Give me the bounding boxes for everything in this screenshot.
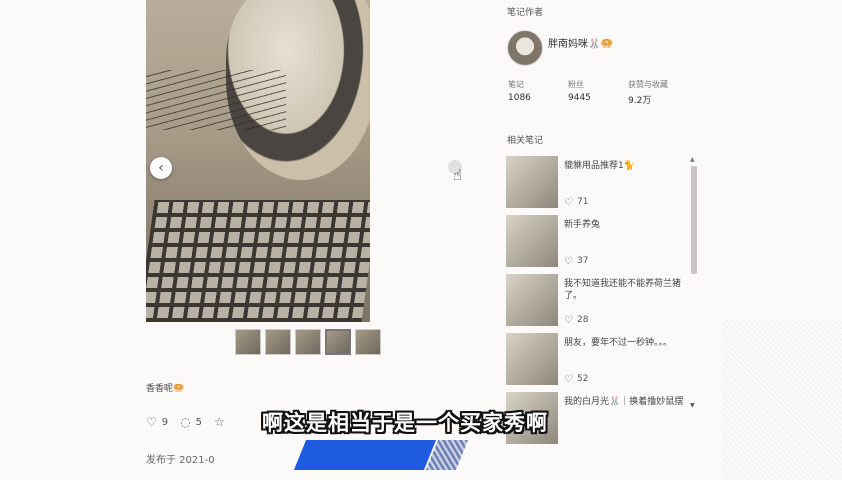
- image-thumbnails: [235, 329, 381, 355]
- publish-date: 发布于 2021-0: [146, 455, 215, 466]
- like-button[interactable]: ♡ 9: [146, 415, 168, 429]
- stat-fans: 粉丝 9445: [568, 79, 628, 106]
- stat-likes-collects: 获赞与收藏 9.2万: [628, 79, 708, 106]
- video-subtitle: 啊这是相当于是一个买家秀啊: [262, 411, 548, 435]
- related-title: 新手养兔: [564, 220, 601, 230]
- thumbnail[interactable]: [265, 329, 291, 355]
- note-description: 香香呢🥯: [146, 384, 185, 394]
- related-likes: ♡ 37: [564, 256, 588, 267]
- related-scrollbar[interactable]: ▲ ▼: [690, 156, 698, 416]
- stat-notes: 笔记 1086: [508, 79, 568, 106]
- stat-value: 1086: [508, 93, 531, 103]
- note-main-image[interactable]: [146, 0, 370, 322]
- stat-value: 9445: [568, 93, 591, 103]
- thumbnail[interactable]: [355, 329, 381, 355]
- author-name[interactable]: 胖南妈咪🐰🥯: [548, 35, 613, 50]
- related-thumbnail: [506, 333, 558, 385]
- prev-image-button[interactable]: ‹: [150, 157, 172, 179]
- like-count: 28: [576, 315, 589, 325]
- like-count: 71: [576, 197, 589, 207]
- scroll-up-icon[interactable]: ▲: [690, 156, 695, 163]
- related-title: 朋友，要年不过一秒钟。。。: [564, 338, 673, 348]
- related-likes: ♡ 71: [564, 197, 588, 208]
- author-section-title: 笔记作者: [507, 8, 544, 18]
- hand-cursor-icon: ☝: [453, 166, 463, 184]
- comment-count: 5: [195, 416, 202, 428]
- stat-label: 笔记: [508, 80, 524, 89]
- related-thumbnail: [506, 215, 558, 267]
- list-item[interactable]: 朋友，要年不过一秒钟。。。 ♡ 52: [506, 333, 686, 391]
- related-likes: ♡ 52: [564, 374, 588, 385]
- star-icon: ☆: [214, 415, 225, 429]
- related-title: 我的白月光🐰｜换着撸妙鼠摆: [564, 397, 684, 407]
- author-avatar[interactable]: [507, 30, 543, 66]
- related-likes: ♡ 28: [564, 315, 588, 326]
- cage-grid: [146, 200, 370, 322]
- related-title: 貔貅用品推荐1🐈: [564, 161, 635, 171]
- related-thumbnail: [506, 274, 558, 326]
- like-count: 37: [576, 256, 589, 266]
- chevron-left-icon: ‹: [158, 160, 164, 176]
- stat-value: 9.2万: [628, 96, 652, 106]
- thumbnail[interactable]: [235, 329, 261, 355]
- subtitle-decoration: [293, 440, 437, 470]
- stat-label: 获赞与收藏: [628, 80, 668, 89]
- hay-strands: [146, 70, 286, 130]
- note-actions: ♡ 9 ◌ 5 ☆: [146, 415, 225, 429]
- background-texture: [722, 320, 842, 480]
- scroll-down-icon[interactable]: ▼: [690, 402, 695, 409]
- comment-button[interactable]: ◌ 5: [180, 415, 202, 429]
- stat-label: 粉丝: [568, 80, 584, 89]
- heart-icon: ♡: [564, 315, 573, 326]
- related-thumbnail: [506, 156, 558, 208]
- like-count: 9: [161, 416, 169, 428]
- heart-icon: ♡: [564, 197, 573, 208]
- related-title: 我不知道我还能不能养荷兰猪了。: [564, 279, 682, 301]
- like-count: 52: [576, 374, 589, 384]
- related-section-title: 相关笔记: [507, 136, 544, 146]
- author-stats: 笔记 1086 粉丝 9445 获赞与收藏 9.2万: [508, 79, 708, 106]
- collect-button[interactable]: ☆: [214, 415, 225, 429]
- heart-icon: ♡: [146, 415, 157, 429]
- thumbnail[interactable]: [295, 329, 321, 355]
- comment-icon: ◌: [180, 415, 191, 429]
- heart-icon: ♡: [564, 374, 573, 385]
- list-item[interactable]: 我不知道我还能不能养荷兰猪了。 ♡ 28: [506, 274, 686, 332]
- list-item[interactable]: 新手养兔 ♡ 37: [506, 215, 686, 273]
- heart-icon: ♡: [564, 256, 573, 267]
- scroll-thumb[interactable]: [691, 166, 697, 274]
- thumbnail-active[interactable]: [325, 329, 351, 355]
- list-item[interactable]: 貔貅用品推荐1🐈 ♡ 71: [506, 156, 686, 214]
